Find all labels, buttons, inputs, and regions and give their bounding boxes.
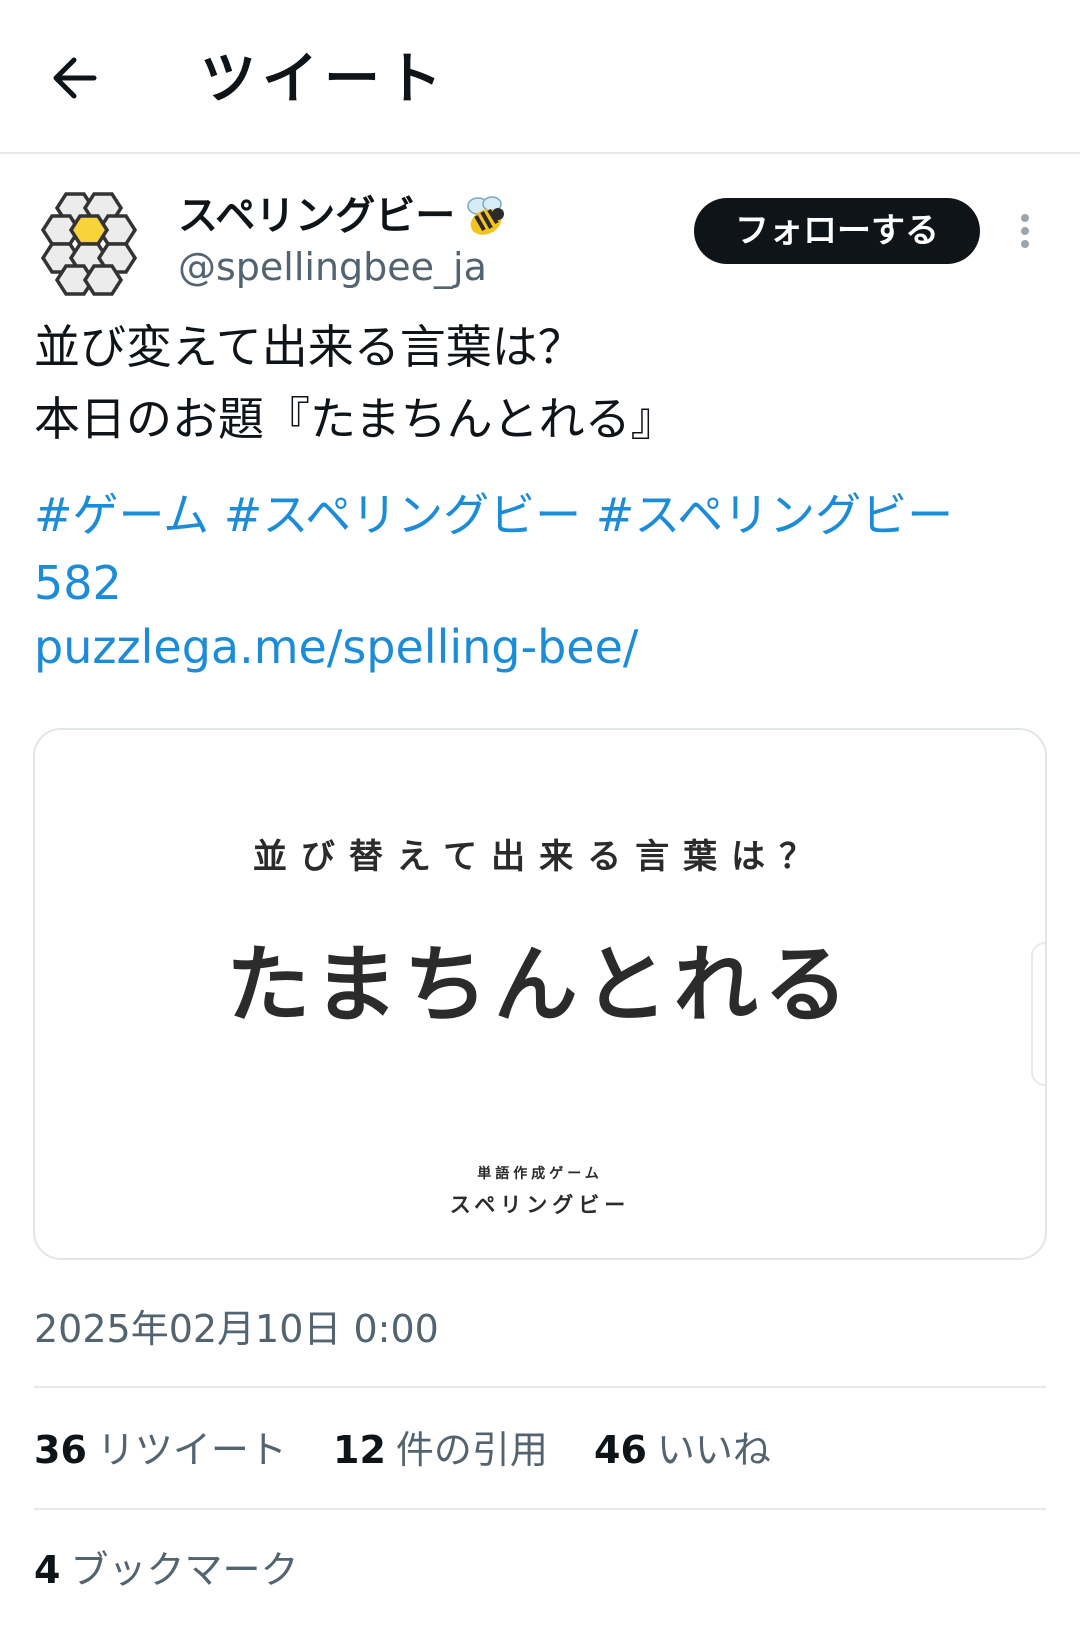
card-edge-decoration: [1031, 942, 1045, 1086]
ellipsis-dot: [1021, 240, 1029, 248]
quotes-label: 件の引用: [395, 1428, 548, 1472]
follow-button[interactable]: フォローする: [694, 198, 980, 264]
link-card[interactable]: 並び替えて出来る言葉は？ たまちんとれる 単語作成ゲーム スペリングビー: [33, 728, 1047, 1260]
display-name[interactable]: スペリングビー: [178, 190, 455, 242]
avatar[interactable]: [32, 186, 142, 296]
likes-stat[interactable]: 46 いいね: [594, 1422, 771, 1478]
bookmarks-count: 4: [34, 1548, 61, 1592]
retweets-label: リツイート: [96, 1428, 287, 1472]
page-title: ツイート: [200, 47, 448, 112]
bee-icon: [460, 192, 510, 242]
hashtag-spellingbee-582[interactable]: #スペリングビー: [596, 488, 953, 542]
tweet-text-line-2: 本日のお題『たまちんとれる』: [34, 392, 677, 446]
divider: [34, 1508, 1046, 1510]
tweet-link[interactable]: puzzlega.me/spelling-bee/: [34, 612, 638, 682]
ellipsis-dot: [1021, 227, 1029, 235]
hashtag-game[interactable]: #ゲーム: [34, 488, 209, 542]
bookmarks-label: ブックマーク: [70, 1548, 299, 1592]
card-subtitle: 単語作成ゲーム: [477, 1166, 603, 1182]
honeycomb-icon: [40, 192, 138, 296]
bookmark-stats: 4 ブックマーク: [34, 1542, 332, 1598]
quotes-count: 12: [333, 1428, 386, 1472]
quotes-stat[interactable]: 12 件の引用: [333, 1422, 548, 1478]
card-question: 並び替えて出来る言葉は？: [252, 837, 828, 877]
top-bar: ツイート: [0, 0, 1080, 154]
hashtag-line: #ゲーム #スペリングビー #スペリングビー: [34, 480, 953, 550]
hashtag-spellingbee[interactable]: #スペリングビー: [224, 488, 581, 542]
retweets-count: 36: [34, 1428, 87, 1472]
retweets-stat[interactable]: 36 リツイート: [34, 1422, 287, 1478]
likes-label: いいね: [656, 1428, 771, 1472]
divider: [34, 1386, 1046, 1388]
tweet-timestamp[interactable]: 2025年02月10日 0:00: [34, 1302, 439, 1356]
likes-count: 46: [594, 1428, 647, 1472]
engagement-stats: 36 リツイート 12 件の引用 46 いいね: [34, 1422, 805, 1478]
more-options-button[interactable]: [1010, 206, 1040, 256]
user-handle[interactable]: @spellingbee_ja: [178, 242, 487, 292]
arrow-left-icon: [53, 57, 97, 99]
card-puzzle-word: たまちんとれる: [226, 936, 854, 1034]
tweet-text-line-1: 並び変えて出来る言葉は？: [34, 320, 584, 374]
vertical-ellipsis-icon: [1021, 214, 1029, 222]
bookmarks-stat[interactable]: 4 ブックマーク: [34, 1542, 298, 1598]
back-button[interactable]: [44, 46, 108, 110]
hashtag-spellingbee-582-tail[interactable]: 582: [34, 548, 122, 618]
card-brand: スペリングビー: [449, 1193, 631, 1217]
